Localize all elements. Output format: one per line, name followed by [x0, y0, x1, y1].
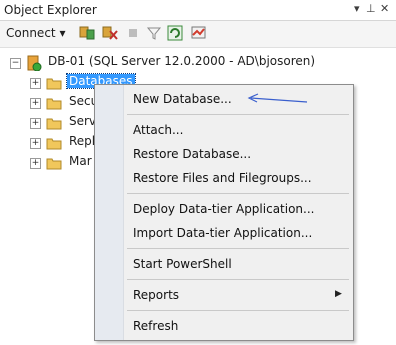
context-menu: New Database... Attach... Restore Databa…	[94, 84, 354, 341]
menu-separator	[127, 193, 349, 194]
server-objects-label: Serv	[69, 114, 97, 128]
chevron-down-icon: ▾	[55, 26, 66, 40]
expand-icon[interactable]: +	[30, 158, 41, 169]
filter-icon[interactable]	[145, 24, 163, 42]
submenu-arrow-icon: ▶	[335, 289, 342, 299]
stop-icon[interactable]	[124, 24, 142, 42]
tree-node-replication[interactable]: + Repl	[28, 133, 95, 153]
connect-object-icon[interactable]	[78, 24, 96, 42]
folder-icon	[46, 158, 62, 170]
tree-node-security[interactable]: + Secu	[28, 93, 98, 113]
refresh-icon[interactable]	[166, 24, 184, 42]
server-label: DB-01 (SQL Server 12.0.2000 - AD\bjosore…	[48, 54, 316, 68]
toolbar: Connect ▾	[0, 21, 396, 48]
menu-item-restore-database[interactable]: Restore Database...	[133, 147, 251, 161]
tree-server-node[interactable]: − DB-01 (SQL Server 12.0.2000 - AD\bjoso…	[8, 53, 396, 73]
menu-item-import-data-tier[interactable]: Import Data-tier Application...	[133, 226, 312, 240]
menu-item-reports[interactable]: Reports	[133, 288, 179, 302]
connect-label: Connect	[6, 26, 56, 40]
menu-item-refresh[interactable]: Refresh	[133, 319, 178, 333]
folder-icon	[46, 78, 62, 90]
connect-button[interactable]: Connect ▾	[6, 26, 65, 40]
expand-icon[interactable]: +	[30, 138, 41, 149]
replication-label: Repl	[69, 134, 96, 148]
menu-item-restore-files[interactable]: Restore Files and Filegroups...	[133, 171, 312, 185]
object-explorer-titlebar: Object Explorer ▾ ⊥ ✕	[0, 0, 396, 21]
disconnect-icon[interactable]	[101, 24, 119, 42]
panel-title: Object Explorer	[4, 3, 97, 17]
menu-item-new-database[interactable]: New Database...	[133, 92, 232, 106]
expand-icon[interactable]: +	[30, 118, 41, 129]
menu-item-attach[interactable]: Attach...	[133, 123, 183, 137]
expand-icon[interactable]: +	[30, 78, 41, 89]
dropdown-icon[interactable]: ▾	[354, 2, 360, 15]
collapse-icon[interactable]: −	[10, 58, 21, 69]
pin-icon[interactable]: ⊥	[366, 2, 376, 15]
menu-separator	[127, 248, 349, 249]
folder-icon	[46, 98, 62, 110]
server-icon	[27, 55, 42, 71]
tree-node-server-objects[interactable]: + Serv	[28, 113, 96, 133]
close-icon[interactable]: ✕	[380, 2, 389, 15]
management-label: Mar	[69, 154, 92, 168]
folder-icon	[46, 138, 62, 150]
menu-item-start-powershell[interactable]: Start PowerShell	[133, 257, 232, 271]
tree-node-management[interactable]: + Mar	[28, 153, 92, 173]
activity-monitor-icon[interactable]	[190, 24, 208, 42]
menu-item-deploy-data-tier[interactable]: Deploy Data-tier Application...	[133, 202, 314, 216]
annotation-arrow-icon	[247, 93, 308, 103]
menu-gutter	[95, 85, 124, 340]
menu-separator	[127, 310, 349, 311]
expand-icon[interactable]: +	[30, 98, 41, 109]
menu-separator	[127, 279, 349, 280]
menu-separator	[127, 114, 349, 115]
folder-icon	[46, 118, 62, 130]
